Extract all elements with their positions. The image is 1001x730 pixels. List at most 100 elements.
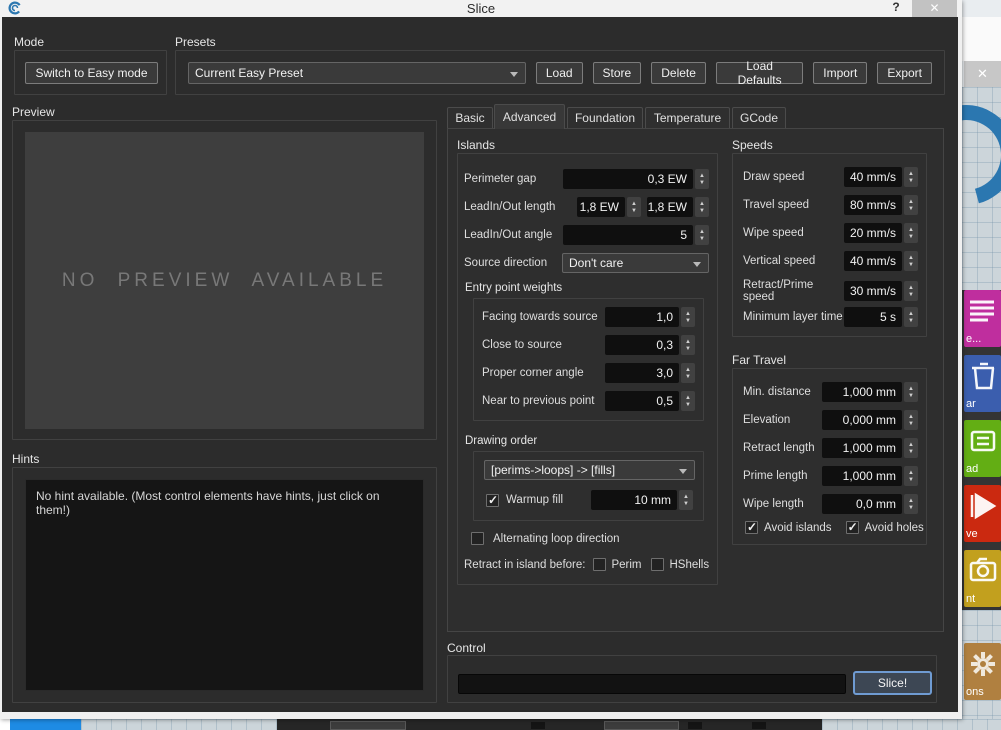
leadinout-length-spinner-1[interactable]: [627, 197, 641, 217]
import-button[interactable]: Import: [813, 62, 867, 84]
tab-basic[interactable]: Basic: [447, 107, 493, 128]
spin-down-icon[interactable]: [908, 178, 914, 184]
spin-up-icon[interactable]: [908, 414, 914, 420]
background-bottom-blue-button[interactable]: [10, 719, 81, 730]
spin-down-icon[interactable]: [699, 208, 705, 214]
side-button-options[interactable]: ons: [964, 643, 1001, 700]
slice-button[interactable]: Slice!: [853, 671, 932, 695]
spin-down-icon[interactable]: [908, 393, 914, 399]
load-button[interactable]: Load: [536, 62, 583, 84]
spin-up-icon[interactable]: [699, 229, 705, 235]
travel-speed-input[interactable]: 80 mm/s: [844, 195, 902, 215]
perimeter-gap-input[interactable]: 0,3 EW: [563, 169, 693, 189]
spin-up-icon[interactable]: [685, 339, 691, 345]
titlebar[interactable]: Slice ? ✕: [0, 0, 962, 17]
leadinout-length-spinner-2[interactable]: [695, 197, 709, 217]
wipe-length-input[interactable]: 0,0 mm: [822, 494, 902, 514]
proper-corner-angle-input[interactable]: 3,0: [605, 363, 679, 383]
store-button[interactable]: Store: [593, 62, 642, 84]
background-bottom-button[interactable]: [330, 721, 406, 730]
spin-down-icon[interactable]: [908, 262, 914, 268]
prime-length-input[interactable]: 1,000 mm: [822, 466, 902, 486]
spinner[interactable]: [904, 223, 918, 243]
spinner[interactable]: [904, 382, 918, 402]
side-button-print[interactable]: nt: [964, 550, 1001, 607]
spin-down-icon[interactable]: [631, 208, 637, 214]
spinner[interactable]: [681, 363, 695, 383]
spin-up-icon[interactable]: [908, 199, 914, 205]
source-direction-combobox[interactable]: Don't care: [562, 253, 709, 273]
background-bottom-button[interactable]: [604, 721, 679, 730]
spin-up-icon[interactable]: [908, 171, 914, 177]
retract-perim-checkbox[interactable]: [593, 558, 606, 571]
wipe-speed-input[interactable]: 20 mm/s: [844, 223, 902, 243]
background-bottom-item[interactable]: [531, 722, 545, 729]
tab-advanced[interactable]: Advanced: [494, 104, 565, 129]
spin-up-icon[interactable]: [908, 255, 914, 261]
spinner[interactable]: [904, 438, 918, 458]
tab-gcode[interactable]: GCode: [732, 107, 786, 128]
close-button[interactable]: ✕: [912, 0, 957, 17]
perimeter-gap-spinner[interactable]: [695, 169, 709, 189]
draw-speed-input[interactable]: 40 mm/s: [844, 167, 902, 187]
spin-down-icon[interactable]: [685, 374, 691, 380]
spin-down-icon[interactable]: [699, 236, 705, 242]
spin-up-icon[interactable]: [631, 201, 637, 207]
warmup-fill-checkbox[interactable]: [486, 494, 499, 507]
alternating-loop-checkbox[interactable]: [471, 532, 484, 545]
spin-down-icon[interactable]: [685, 346, 691, 352]
spin-down-icon[interactable]: [908, 449, 914, 455]
min-distance-input[interactable]: 1,000 mm: [822, 382, 902, 402]
spinner[interactable]: [904, 466, 918, 486]
spin-up-icon[interactable]: [699, 173, 705, 179]
spin-down-icon[interactable]: [685, 402, 691, 408]
spinner[interactable]: [904, 195, 918, 215]
spin-down-icon[interactable]: [908, 318, 914, 324]
spinner[interactable]: [681, 391, 695, 411]
leadinout-length-input-1[interactable]: 1,8 EW: [577, 197, 625, 217]
retract-hshells-checkbox[interactable]: [651, 558, 664, 571]
spin-up-icon[interactable]: [908, 285, 914, 291]
tab-foundation[interactable]: Foundation: [567, 107, 643, 128]
facing-towards-source-input[interactable]: 1,0: [605, 307, 679, 327]
background-bottom-item[interactable]: [688, 722, 702, 729]
drawing-order-combobox[interactable]: [perims->loops] -> [fills]: [484, 460, 695, 480]
preset-combobox[interactable]: Current Easy Preset: [188, 62, 526, 84]
spin-up-icon[interactable]: [908, 386, 914, 392]
side-button-clear[interactable]: ar: [964, 355, 1001, 412]
vertical-speed-input[interactable]: 40 mm/s: [844, 251, 902, 271]
spin-up-icon[interactable]: [699, 201, 705, 207]
near-previous-point-input[interactable]: 0,5: [605, 391, 679, 411]
hints-textarea[interactable]: No hint available. (Most control element…: [25, 479, 424, 691]
close-to-source-input[interactable]: 0,3: [605, 335, 679, 355]
help-button[interactable]: ?: [888, 0, 904, 16]
warmup-fill-input[interactable]: 10 mm: [591, 490, 677, 510]
spin-up-icon[interactable]: [908, 498, 914, 504]
avoid-holes-checkbox[interactable]: [846, 521, 859, 534]
spin-up-icon[interactable]: [685, 395, 691, 401]
spin-up-icon[interactable]: [908, 470, 914, 476]
retract-length-input[interactable]: 1,000 mm: [822, 438, 902, 458]
spin-up-icon[interactable]: [683, 494, 689, 500]
spinner[interactable]: [904, 167, 918, 187]
side-button-load[interactable]: ad: [964, 420, 1001, 477]
spinner[interactable]: [681, 335, 695, 355]
side-button-slice[interactable]: e...: [964, 290, 1001, 347]
spin-up-icon[interactable]: [908, 311, 914, 317]
spin-down-icon[interactable]: [908, 206, 914, 212]
tab-temperature[interactable]: Temperature: [645, 107, 730, 128]
leadinout-angle-input[interactable]: 5: [563, 225, 693, 245]
spin-down-icon[interactable]: [683, 501, 689, 507]
spin-up-icon[interactable]: [908, 227, 914, 233]
load-defaults-button[interactable]: Load Defaults: [716, 62, 803, 84]
spinner[interactable]: [904, 281, 918, 301]
leadinout-angle-spinner[interactable]: [695, 225, 709, 245]
retract-prime-speed-input[interactable]: 30 mm/s: [844, 281, 902, 301]
side-button-save[interactable]: ve: [964, 485, 1001, 542]
spin-down-icon[interactable]: [908, 477, 914, 483]
spin-down-icon[interactable]: [908, 505, 914, 511]
minimum-layer-time-input[interactable]: 5 s: [844, 307, 902, 327]
spinner[interactable]: [681, 307, 695, 327]
spinner[interactable]: [904, 251, 918, 271]
spinner[interactable]: [904, 494, 918, 514]
